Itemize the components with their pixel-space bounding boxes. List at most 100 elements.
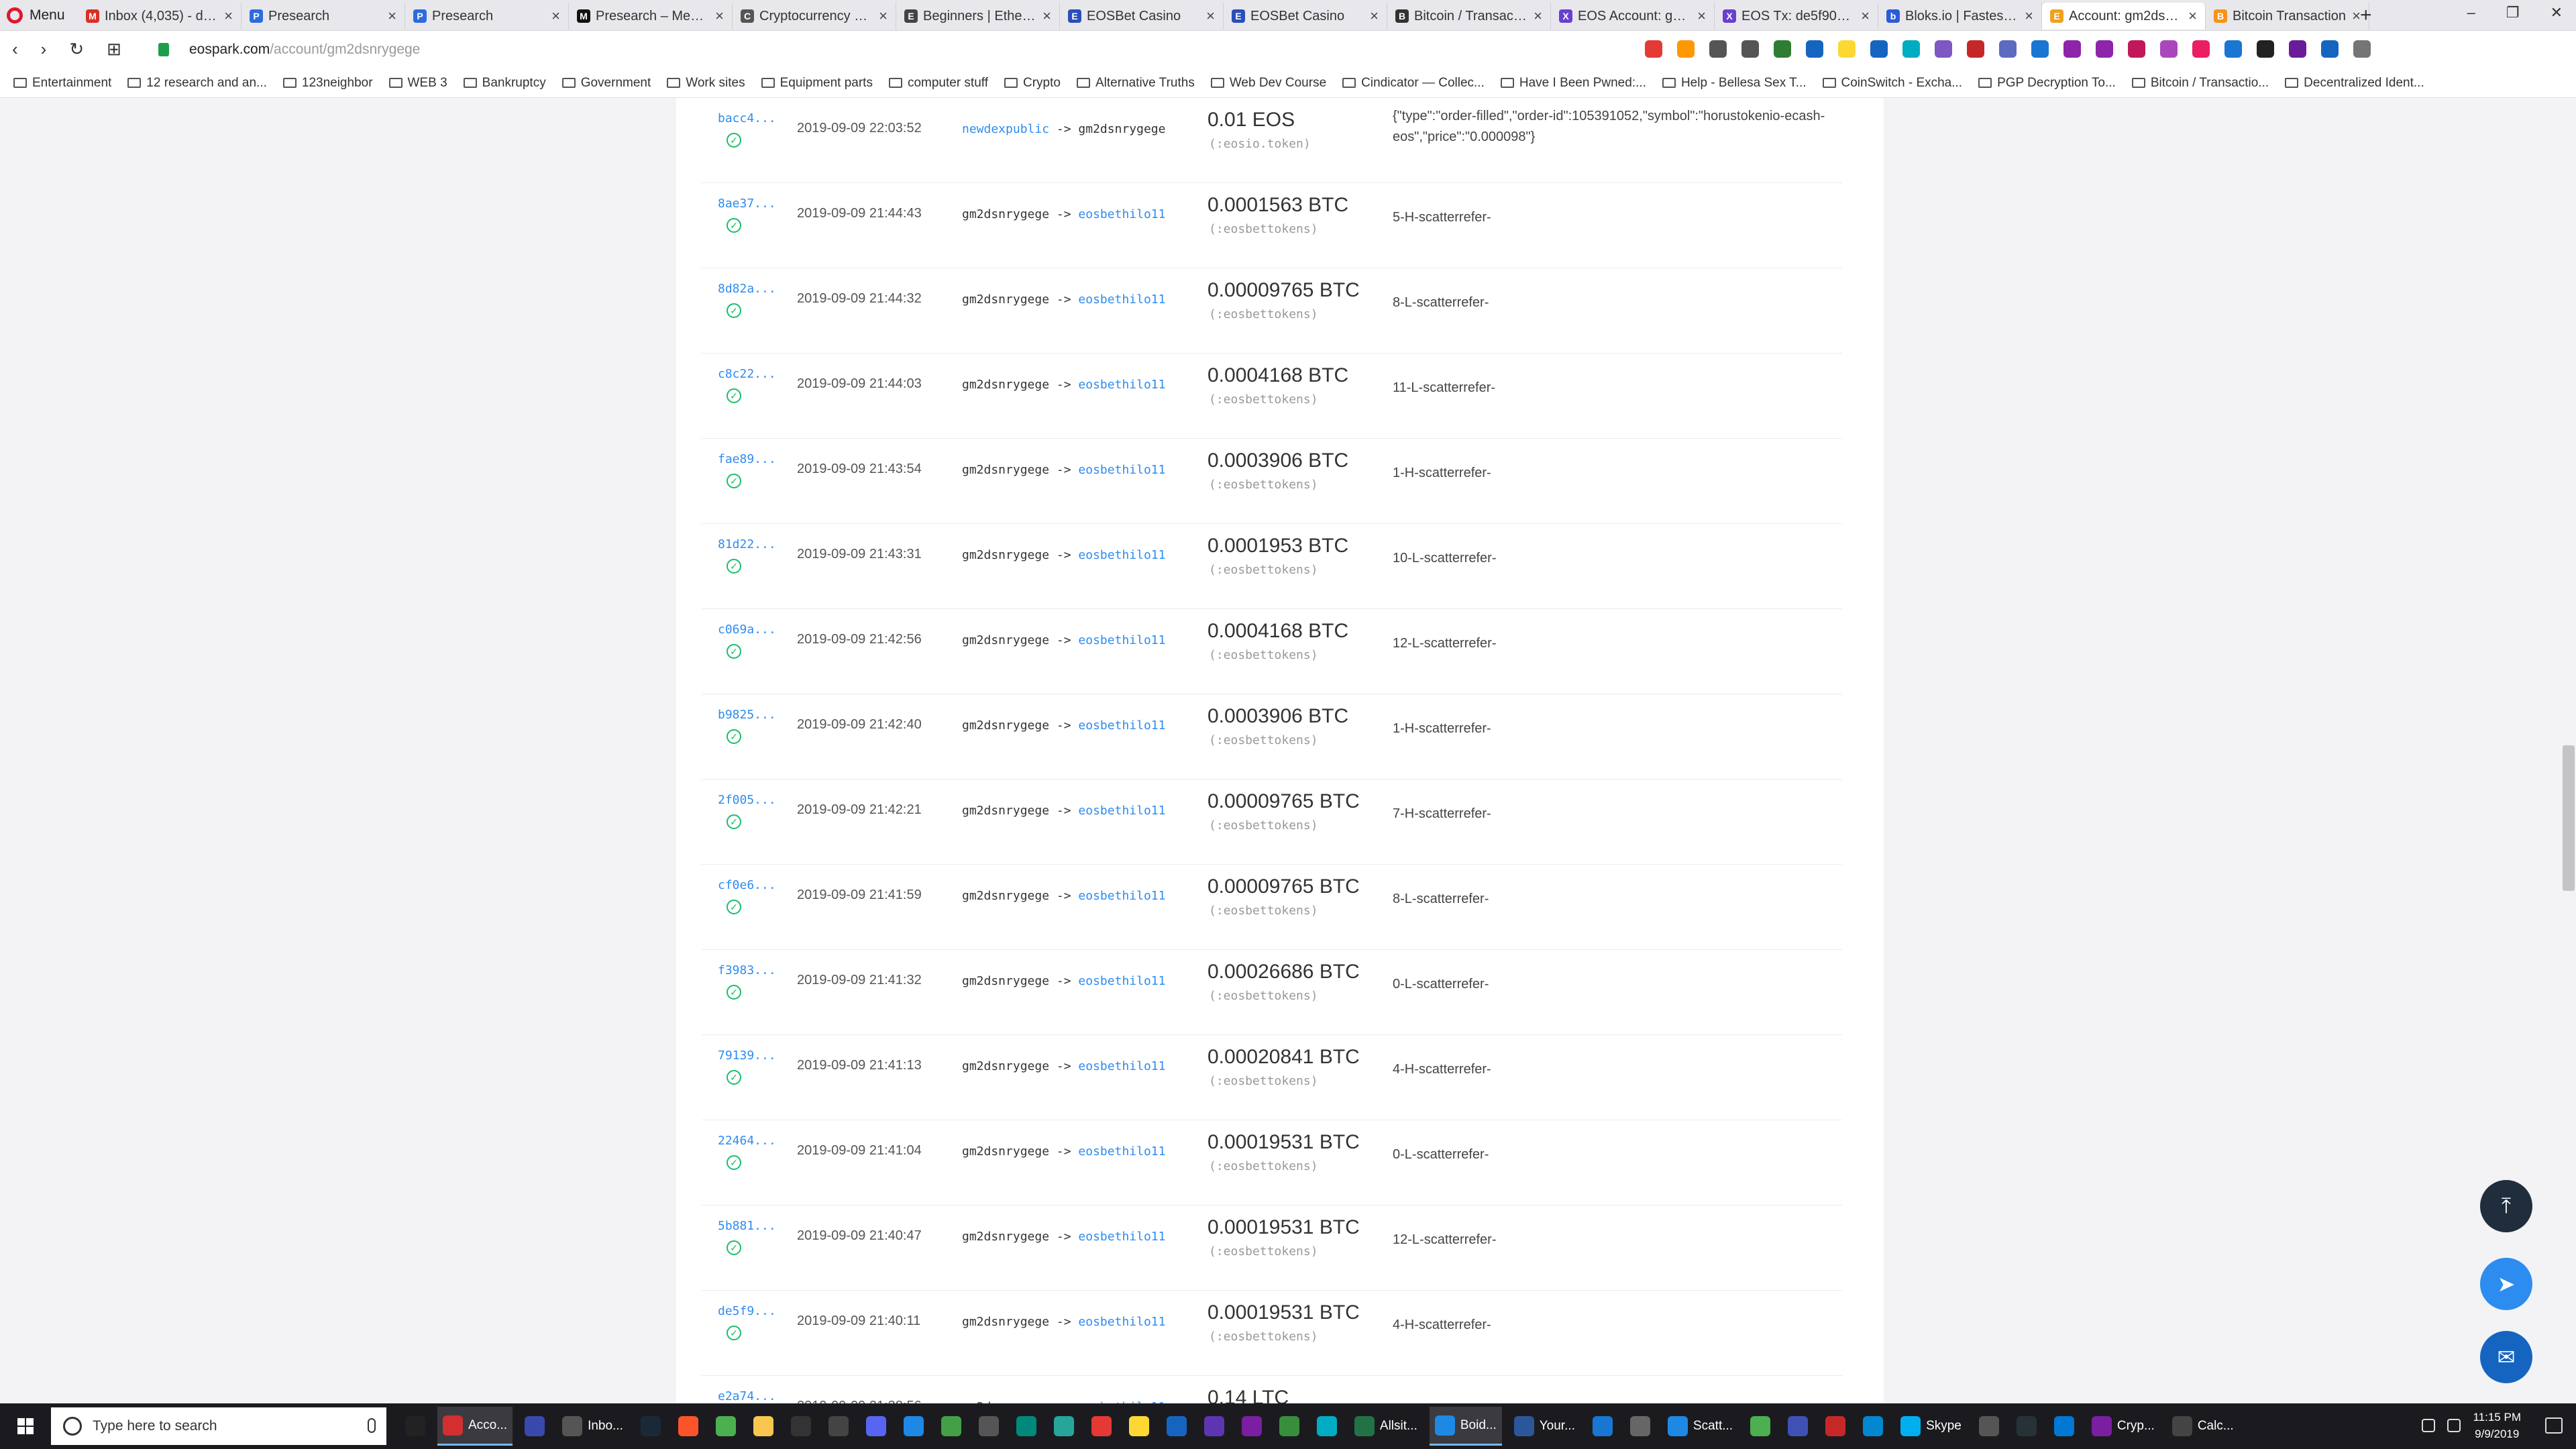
to-account[interactable]: eosbethilo11: [1078, 1230, 1165, 1244]
notification-icon[interactable]: [2545, 1417, 2563, 1434]
transaction-id-link[interactable]: 79139...: [718, 1049, 776, 1063]
taskbar-app[interactable]: [400, 1407, 431, 1446]
taskbar-app[interactable]: Your...: [1509, 1407, 1580, 1446]
taskbar-app[interactable]: [1625, 1407, 1656, 1446]
back-to-top-icon[interactable]: ⤒: [2480, 1180, 2532, 1232]
taskbar-app[interactable]: [748, 1407, 779, 1446]
to-account[interactable]: eosbethilo11: [1078, 463, 1165, 477]
windows-start-icon[interactable]: [17, 1418, 34, 1434]
taskbar-app[interactable]: Skype: [1895, 1407, 1967, 1446]
scrollbar-thumb[interactable]: [2563, 745, 2575, 891]
bookmark-item[interactable]: Crypto: [1004, 76, 1061, 91]
chat-icon[interactable]: ✉: [2480, 1331, 2532, 1383]
bookmark-item[interactable]: computer stuff: [888, 76, 988, 91]
bookmark-item[interactable]: Web Dev Course: [1210, 76, 1326, 91]
extension-icon[interactable]: [1741, 40, 1759, 58]
taskbar-app[interactable]: [1049, 1407, 1079, 1446]
tab-close-icon[interactable]: ×: [388, 7, 396, 25]
browser-tab[interactable]: M Presearch – Medium ×: [569, 3, 733, 30]
browser-tab[interactable]: M Inbox (4,035) - darie ×: [78, 3, 241, 30]
tabs-grid-icon[interactable]: ⊞: [107, 39, 121, 60]
bookmark-item[interactable]: Cindicator — Collec...: [1342, 76, 1485, 91]
browser-tab[interactable]: X EOS Tx: de5f905b88 ×: [1715, 3, 1878, 30]
extension-icon[interactable]: [2160, 40, 2178, 58]
transaction-id-link[interactable]: b9825...: [718, 708, 776, 722]
bookmark-item[interactable]: Have I Been Pwned:...: [1500, 76, 1646, 91]
bookmark-item[interactable]: Decentralized Ident...: [2285, 76, 2424, 91]
taskbar-app[interactable]: [1161, 1407, 1192, 1446]
forward-icon[interactable]: ›: [41, 39, 47, 60]
tab-close-icon[interactable]: ×: [1042, 7, 1051, 25]
extension-icon[interactable]: [1677, 40, 1695, 58]
transaction-id-link[interactable]: de5f9...: [718, 1304, 776, 1318]
taskbar-app[interactable]: Cryp...: [2086, 1407, 2160, 1446]
transaction-id-link[interactable]: fae89...: [718, 452, 776, 466]
taskbar-app[interactable]: [1587, 1407, 1618, 1446]
telegram-icon[interactable]: ➤: [2480, 1258, 2532, 1310]
bookmark-item[interactable]: PGP Decryption To...: [1978, 76, 2116, 91]
to-account[interactable]: eosbethilo11: [1078, 974, 1165, 988]
taskbar-app[interactable]: Allsit...: [1349, 1407, 1423, 1446]
extension-icon[interactable]: [2192, 40, 2210, 58]
bookmark-item[interactable]: CoinSwitch - Excha...: [1822, 76, 1962, 91]
taskbar-app[interactable]: [898, 1407, 929, 1446]
browser-tab[interactable]: C Cryptocurrency Mar ×: [733, 3, 896, 30]
transaction-id-link[interactable]: f3983...: [718, 963, 776, 977]
transaction-id-link[interactable]: c8c22...: [718, 367, 776, 381]
taskbar-app[interactable]: [519, 1407, 550, 1446]
taskbar-app[interactable]: Inbo...: [557, 1407, 629, 1446]
new-tab-icon[interactable]: +: [2360, 4, 2372, 27]
tab-close-icon[interactable]: ×: [879, 7, 888, 25]
taskbar-app[interactable]: [1745, 1407, 1776, 1446]
tab-close-icon[interactable]: ×: [1370, 7, 1379, 25]
extension-icon[interactable]: [1935, 40, 1952, 58]
taskbar-app[interactable]: [635, 1407, 666, 1446]
taskbar-app[interactable]: [1274, 1407, 1305, 1446]
taskbar-app[interactable]: [2049, 1407, 2080, 1446]
extension-icon[interactable]: [1999, 40, 2017, 58]
browser-tab[interactable]: P Presearch ×: [405, 3, 569, 30]
transaction-id-link[interactable]: e2a74...: [718, 1389, 776, 1403]
extension-icon[interactable]: [1774, 40, 1791, 58]
bookmark-item[interactable]: Help - Bellesa Sex T...: [1662, 76, 1807, 91]
browser-tab[interactable]: P Presearch ×: [241, 3, 405, 30]
transaction-id-link[interactable]: 5b881...: [718, 1219, 776, 1233]
browser-tab[interactable]: B Bitcoin / Transaction ×: [1387, 3, 1551, 30]
tab-close-icon[interactable]: ×: [551, 7, 560, 25]
tab-close-icon[interactable]: ×: [2188, 7, 2197, 25]
restore-button[interactable]: ❐: [2506, 4, 2520, 21]
tab-close-icon[interactable]: ×: [1697, 7, 1706, 25]
extension-icon[interactable]: [1645, 40, 1662, 58]
tab-close-icon[interactable]: ×: [1534, 7, 1542, 25]
transaction-id-link[interactable]: 22464...: [718, 1134, 776, 1148]
taskbar-app[interactable]: [936, 1407, 967, 1446]
taskbar-search-input[interactable]: Type here to search: [51, 1407, 386, 1445]
bookmark-item[interactable]: Bitcoin / Transactio...: [2131, 76, 2269, 91]
taskbar-app[interactable]: [823, 1407, 854, 1446]
taskbar-app[interactable]: [1011, 1407, 1042, 1446]
browser-tab[interactable]: E Beginners | Ethereum ×: [896, 3, 1060, 30]
browser-tab[interactable]: E EOSBet Casino ×: [1060, 3, 1224, 30]
taskbar-app[interactable]: [710, 1407, 741, 1446]
transaction-id-link[interactable]: bacc4...: [718, 111, 776, 125]
to-account[interactable]: eosbethilo11: [1078, 378, 1165, 392]
extension-icon[interactable]: [2289, 40, 2306, 58]
transaction-id-link[interactable]: cf0e6...: [718, 878, 776, 892]
extension-icon[interactable]: [2031, 40, 2049, 58]
to-account[interactable]: eosbethilo11: [1078, 1059, 1165, 1073]
bookmark-item[interactable]: Bankruptcy: [463, 76, 546, 91]
transaction-id-link[interactable]: 2f005...: [718, 793, 776, 807]
tab-close-icon[interactable]: ×: [224, 7, 233, 25]
taskbar-app[interactable]: [1782, 1407, 1813, 1446]
to-account[interactable]: eosbethilo11: [1078, 1144, 1165, 1159]
taskbar-app[interactable]: Scatt...: [1662, 1407, 1738, 1446]
scrollbar[interactable]: [2561, 98, 2576, 1403]
taskbar-app[interactable]: [786, 1407, 816, 1446]
extension-icon[interactable]: [2321, 40, 2339, 58]
taskbar-app[interactable]: [973, 1407, 1004, 1446]
volume-icon[interactable]: [2447, 1419, 2461, 1432]
taskbar-app[interactable]: Boid...: [1429, 1407, 1502, 1446]
extension-icon[interactable]: [1902, 40, 1920, 58]
taskbar-app[interactable]: Acco...: [437, 1407, 513, 1446]
to-account[interactable]: eosbethilo11: [1078, 804, 1165, 818]
